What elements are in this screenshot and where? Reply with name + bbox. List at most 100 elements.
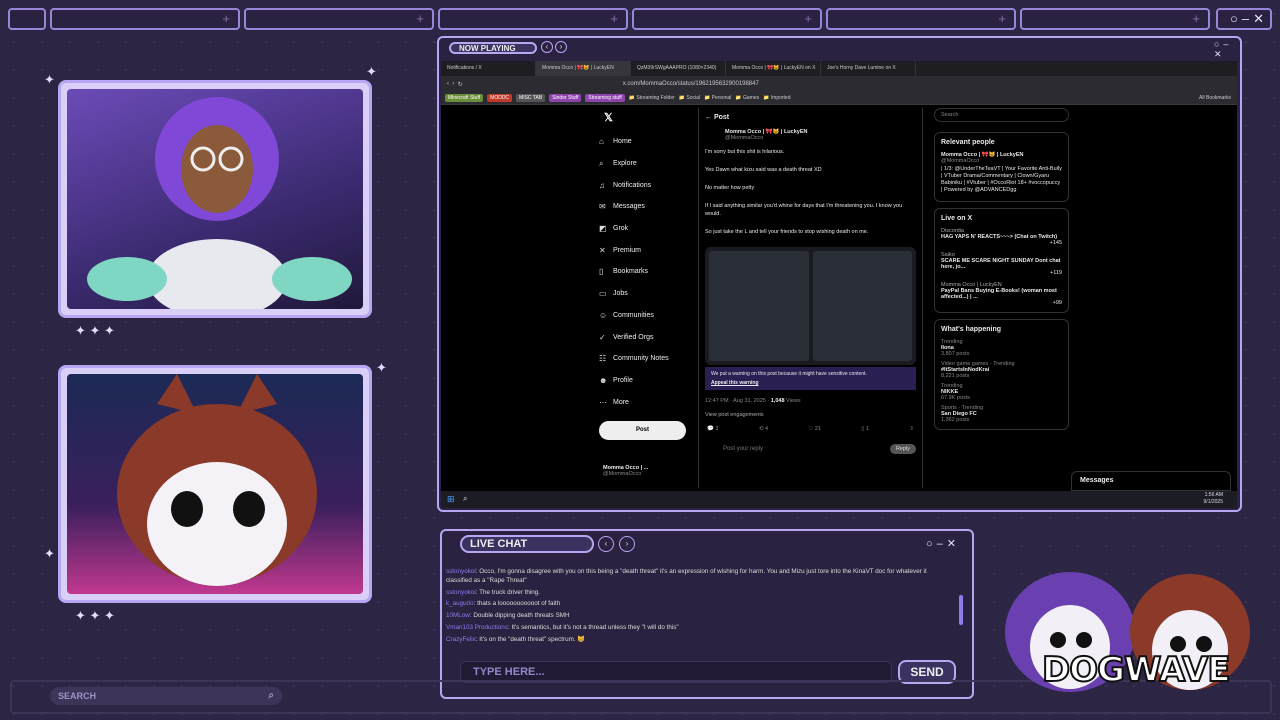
- reply-button[interactable]: Reply: [889, 443, 916, 454]
- x-logo-icon[interactable]: 𝕏: [604, 111, 613, 124]
- bookmark-folder[interactable]: 📁 Imported: [763, 95, 790, 101]
- nav-bookmarks[interactable]: ▯ Bookmarks: [599, 261, 699, 283]
- like-icon[interactable]: ♡ 21: [808, 426, 821, 432]
- nav-profile[interactable]: ☻ Profile: [599, 370, 699, 392]
- bookmark-item[interactable]: MISC TAB: [516, 94, 546, 102]
- start-icon[interactable]: ⊞: [447, 494, 455, 505]
- account-switcher[interactable]: Momma Occo | ... @MommaOcco: [603, 465, 648, 477]
- post-header: ← Post: [705, 114, 730, 121]
- all-bookmarks[interactable]: All Bookmarks: [1199, 95, 1231, 101]
- overlay-search-input[interactable]: SEARCH ⌕: [50, 687, 282, 705]
- trend-item[interactable]: Video game games · Trending #ItStartsInNo…: [941, 361, 1062, 379]
- share-icon[interactable]: ⇪: [909, 426, 914, 432]
- live-item[interactable]: Saiko SCARE ME SCARE NIGHT SUNDAY Dont ch…: [941, 252, 1062, 276]
- nav-grok[interactable]: ◩ Grok: [599, 218, 699, 240]
- browser-tab[interactable]: Notifications / X: [441, 61, 536, 76]
- card-title: What's happening: [941, 325, 1001, 333]
- bookmark-item[interactable]: MODDC: [487, 94, 513, 102]
- clock-time: 1:56 AM: [1204, 492, 1223, 498]
- post-text: So just take the L and tell your friends…: [705, 228, 869, 235]
- nav-jobs[interactable]: ▭ Jobs: [599, 283, 699, 305]
- chat-prev-icon[interactable]: ‹: [598, 536, 614, 552]
- chat-text: Double dipping death threats SMH: [473, 612, 570, 620]
- post-button[interactable]: Post: [599, 421, 686, 440]
- forward-icon[interactable]: ›: [452, 81, 454, 87]
- bookmark-folder[interactable]: 📁 Streaming Folder: [629, 95, 675, 101]
- relevant-handle: @MommaOcco: [941, 158, 980, 164]
- search-icon[interactable]: ⌕: [463, 494, 467, 504]
- reply-composer: Post your reply Reply: [705, 443, 916, 454]
- chat-text: The truck driver thing.: [479, 588, 541, 596]
- nav-messages[interactable]: ✉ Messages: [599, 196, 699, 218]
- trend-item[interactable]: Trending Ilona 3,807 posts: [941, 339, 1062, 357]
- x-search-input[interactable]: Search: [934, 108, 1069, 122]
- chat-username[interactable]: k_augurio: [446, 600, 474, 607]
- nav-premium[interactable]: ✕ Premium: [599, 239, 699, 261]
- window-controls-icon[interactable]: ○–✕: [1214, 39, 1240, 60]
- reply-icon[interactable]: 💬 3: [707, 426, 718, 432]
- sparkle-icon: ✦: [366, 64, 377, 79]
- repost-icon[interactable]: ⟲ 4: [759, 426, 768, 432]
- topbar-segment: +: [826, 8, 1016, 30]
- chat-username[interactable]: sstonyokoi: [446, 589, 476, 596]
- vtuber-avatar-image: [67, 89, 363, 309]
- system-clock[interactable]: 1:56 AM 9/1/2025: [1204, 492, 1223, 506]
- bookmark-item[interactable]: Minecraft Stuff: [445, 94, 484, 102]
- window-controls-icon[interactable]: ○–✕: [926, 537, 960, 550]
- appeal-link[interactable]: Appeal this warning: [711, 380, 910, 386]
- grok-icon: ◩: [599, 224, 607, 234]
- chat-username[interactable]: Vman103 Productions: [446, 624, 508, 631]
- whats-happening-card: What's happening Trending Ilona 3,807 post…: [934, 318, 1069, 430]
- trend-item[interactable]: Sports · Trending San Diego FC 1,362 posts: [941, 405, 1062, 423]
- post-meta: 12:47 PM · Aug 31, 2025 · 1,048 Views: [705, 398, 916, 404]
- browser-tab[interactable]: Momma Occo | 🎀😺 | LuckyEN on X: [726, 61, 821, 76]
- bookmark-folder[interactable]: 📁 Games: [735, 95, 759, 101]
- messages-drawer[interactable]: Messages: [1071, 471, 1231, 491]
- bookmark-folder[interactable]: 📁 Personal: [704, 95, 731, 101]
- bell-icon: ♫: [599, 180, 605, 190]
- nav-communities[interactable]: ☺ Communities: [599, 305, 699, 327]
- nav-more[interactable]: ⋯ More: [599, 391, 699, 413]
- bookmark-folder[interactable]: 📁 Social: [679, 95, 700, 101]
- trend-item[interactable]: Trending NIKKE 67.9K posts: [941, 383, 1062, 401]
- post-views-count: 1,048: [770, 397, 785, 404]
- post-timestamp: 12:47 PM · Aug 31, 2025 ·: [705, 397, 771, 404]
- prev-arrow-icon[interactable]: ‹: [541, 41, 553, 53]
- browser-tab[interactable]: Momma Occo | 🎀😺 | LuckyEN: [536, 61, 631, 76]
- nav-notifications[interactable]: ♫ Notifications: [599, 174, 699, 196]
- browser-tab[interactable]: QzM39rSWgAAAPRO (1080×2340): [631, 61, 726, 76]
- screenshot-image[interactable]: [709, 250, 809, 361]
- post-author[interactable]: Momma Occo | 🎀😺 | LuckyEN @MommaOcco: [699, 127, 922, 149]
- live-item[interactable]: Momma Occo | LuckyEN PayPal Bans Buying E…: [941, 282, 1062, 306]
- bookmark-action-icon[interactable]: ▯ 1: [861, 426, 869, 432]
- more-icon: ⋯: [599, 397, 607, 407]
- next-arrow-icon[interactable]: ›: [555, 41, 567, 53]
- browser-tab[interactable]: Joe's Horny Dave Lumine on X: [821, 61, 916, 76]
- reply-input[interactable]: Post your reply: [705, 446, 890, 452]
- post-media-screenshots[interactable]: [705, 246, 916, 365]
- chat-username[interactable]: 10MLow: [446, 612, 470, 619]
- chat-username[interactable]: sstonyokoi: [446, 568, 476, 575]
- chat-scrollbar[interactable]: [959, 595, 963, 625]
- chat-next-icon[interactable]: ›: [619, 536, 635, 552]
- folder-label: Social: [686, 95, 701, 101]
- bookmark-item[interactable]: Sinder Stuff: [549, 94, 582, 102]
- engagements-link[interactable]: View post engagements: [705, 412, 916, 418]
- nav-verified-orgs[interactable]: ✓ Verified Orgs: [599, 326, 699, 348]
- live-item[interactable]: Discordia HAG YAPS N' REACTS~~~> (Chat on…: [941, 228, 1062, 246]
- nav-community-notes[interactable]: ☷ Community Notes: [599, 348, 699, 370]
- nav-label: Bookmarks: [613, 268, 649, 276]
- nav-home[interactable]: ⌂ Home: [599, 131, 699, 153]
- trend-posts: 8,221 posts: [941, 372, 970, 379]
- reload-icon[interactable]: ↻: [458, 81, 463, 88]
- chat-username[interactable]: CrazyFelix: [446, 636, 476, 643]
- back-icon[interactable]: ‹: [447, 81, 449, 87]
- reply-count: 3: [715, 425, 719, 432]
- nav-explore[interactable]: ⌕ Explore: [599, 153, 699, 175]
- post-text: I'm sorry but this shit is hilarious.: [705, 149, 785, 155]
- live-count: +145: [1049, 239, 1062, 246]
- url-input[interactable]: x.com/MommaOcco/status/19621956329001988…: [623, 81, 759, 87]
- screenshot-image[interactable]: [812, 250, 912, 361]
- nav-label: Premium: [613, 246, 642, 254]
- bookmark-item[interactable]: Streaming stuff: [585, 94, 625, 102]
